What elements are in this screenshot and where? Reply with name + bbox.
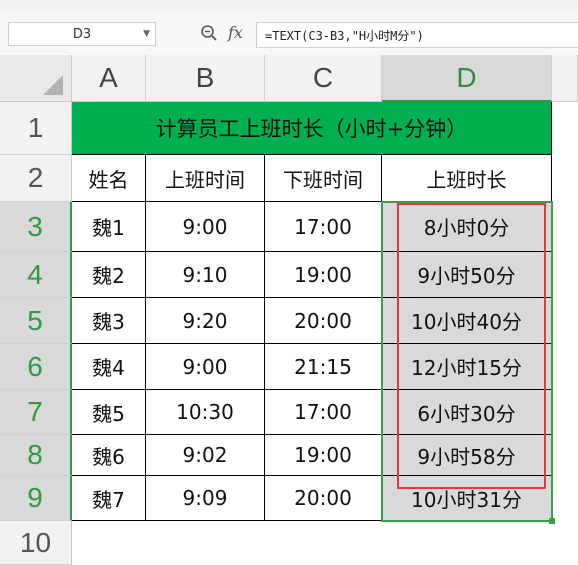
row-header-9[interactable]: 9 — [0, 476, 72, 521]
title-cell[interactable]: 计算员工上班时长（小时+分钟） — [72, 102, 552, 155]
cell-c5[interactable]: 20:00 — [265, 298, 382, 344]
cell-a7[interactable]: 魏5 — [72, 390, 146, 435]
cell-c7[interactable]: 17:00 — [265, 390, 382, 435]
cell-b7[interactable]: 10:30 — [146, 390, 265, 435]
cell-d6[interactable]: 12小时15分 — [382, 344, 552, 390]
column-header-empty — [552, 55, 578, 102]
top-toolbar-strip — [0, 0, 578, 15]
cell-a4[interactable]: 魏2 — [72, 252, 146, 298]
row-header-7[interactable]: 7 — [0, 390, 72, 435]
cell-b5[interactable]: 9:20 — [146, 298, 265, 344]
column-header-a[interactable]: A — [72, 55, 146, 102]
cell-d8[interactable]: 9小时58分 — [382, 435, 552, 476]
cell-d9[interactable]: 10小时31分 — [382, 476, 552, 521]
cell-c6[interactable]: 21:15 — [265, 344, 382, 390]
cell-c8[interactable]: 19:00 — [265, 435, 382, 476]
row-header-1[interactable]: 1 — [0, 102, 72, 155]
header-cell-c[interactable]: 下班时间 — [265, 155, 382, 202]
cell-a8[interactable]: 魏6 — [72, 435, 146, 476]
formula-bar: D3 ▼ fx =TEXT(C3-B3,"H小时M分") — [0, 14, 578, 55]
name-box-value: D3 — [72, 26, 92, 42]
header-cell-d[interactable]: 上班时长 — [382, 155, 552, 202]
row-header-5[interactable]: 5 — [0, 298, 72, 344]
zoom-icon[interactable] — [200, 24, 218, 42]
column-header-c[interactable]: C — [265, 55, 382, 102]
chevron-down-icon[interactable]: ▼ — [143, 29, 150, 39]
column-header-b[interactable]: B — [146, 55, 265, 102]
cell-d3[interactable]: 8小时0分 — [382, 202, 552, 252]
function-icon[interactable]: fx — [228, 23, 243, 42]
cell-b9[interactable]: 9:09 — [146, 476, 265, 521]
fill-handle[interactable] — [549, 518, 555, 524]
cell-a5[interactable]: 魏3 — [72, 298, 146, 344]
row-header-3[interactable]: 3 — [0, 202, 72, 252]
column-header-d[interactable]: D — [382, 55, 552, 102]
cell-b8[interactable]: 9:02 — [146, 435, 265, 476]
spreadsheet-grid: A B C D 1 2 3 4 5 6 7 8 9 10 计算员工上班时长（小时+分钟） 姓名 上班时间 下班时间… — [0, 55, 578, 565]
header-cell-b[interactable]: 上班时间 — [146, 155, 265, 202]
row-header-2[interactable]: 2 — [0, 155, 72, 202]
cell-b4[interactable]: 9:10 — [146, 252, 265, 298]
cell-a9[interactable]: 魏7 — [72, 476, 146, 521]
cell-a6[interactable]: 魏4 — [72, 344, 146, 390]
cell-b6[interactable]: 9:00 — [146, 344, 265, 390]
cell-a3[interactable]: 魏1 — [72, 202, 146, 252]
cell-d4[interactable]: 9小时50分 — [382, 252, 552, 298]
row-header-10[interactable]: 10 — [0, 521, 72, 565]
cell-d5[interactable]: 10小时40分 — [382, 298, 552, 344]
cell-c4[interactable]: 19:00 — [265, 252, 382, 298]
formula-input[interactable]: =TEXT(C3-B3,"H小时M分") — [256, 22, 578, 48]
header-cell-a[interactable]: 姓名 — [72, 155, 146, 202]
row-header-4[interactable]: 4 — [0, 252, 72, 298]
formula-text: =TEXT(C3-B3,"H小时M分") — [265, 28, 424, 43]
row-header-8[interactable]: 8 — [0, 435, 72, 476]
cell-b3[interactable]: 9:00 — [146, 202, 265, 252]
row-header-6[interactable]: 6 — [0, 344, 72, 390]
select-all-corner[interactable] — [0, 55, 72, 102]
cell-c9[interactable]: 20:00 — [265, 476, 382, 521]
cell-d7[interactable]: 6小时30分 — [382, 390, 552, 435]
name-box[interactable]: D3 ▼ — [8, 22, 156, 46]
cell-c3[interactable]: 17:00 — [265, 202, 382, 252]
